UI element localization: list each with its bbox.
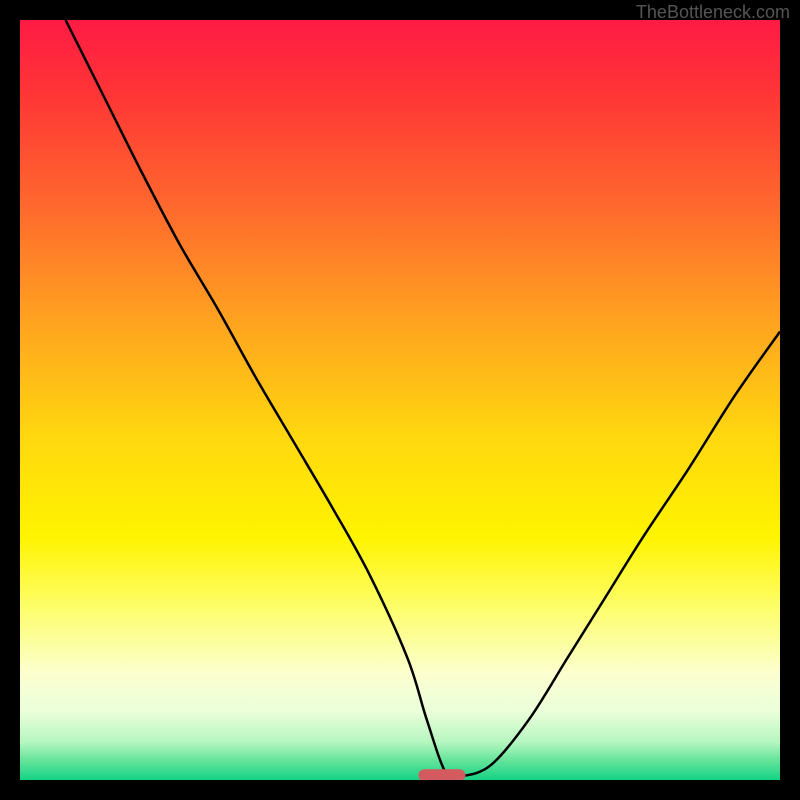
bottleneck-curve xyxy=(20,20,780,780)
watermark-label: TheBottleneck.com xyxy=(636,2,790,23)
plot-area xyxy=(20,20,780,780)
chart-frame: TheBottleneck.com xyxy=(0,0,800,800)
bottleneck-curve-path xyxy=(66,20,780,778)
optimal-marker xyxy=(418,770,465,780)
